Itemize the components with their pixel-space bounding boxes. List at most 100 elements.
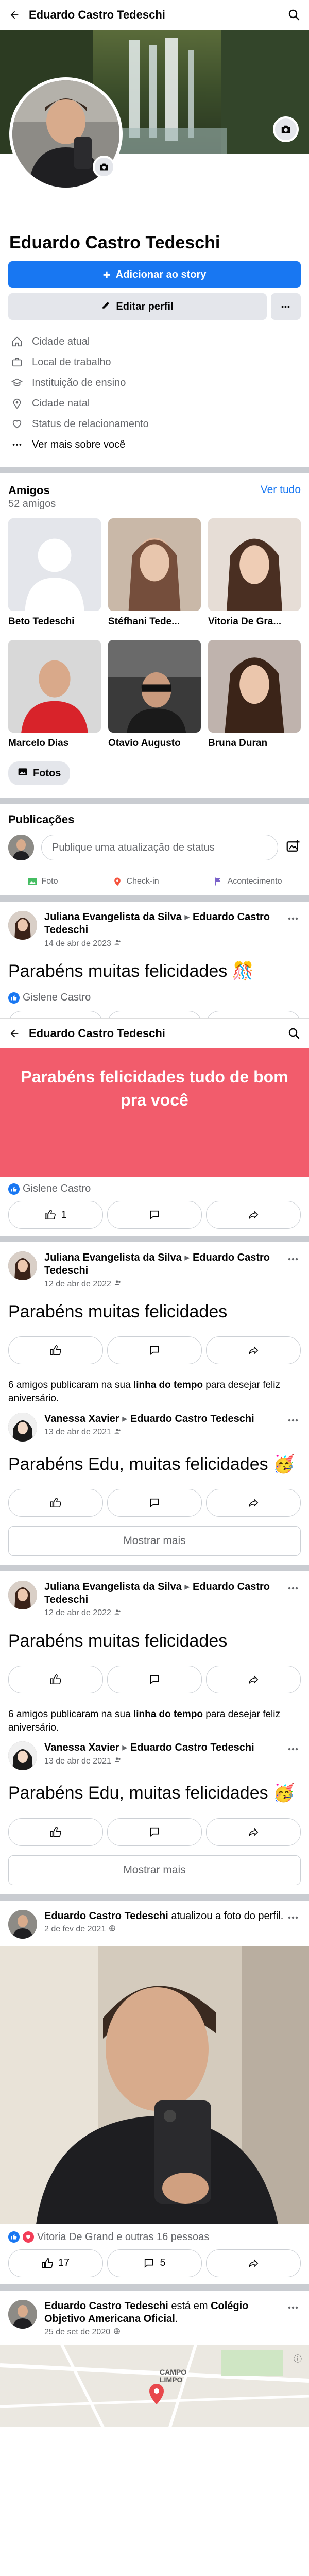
info-hometown[interactable]: Cidade natal [10, 393, 299, 414]
search-icon[interactable] [287, 1027, 301, 1040]
post-options-icon[interactable] [285, 911, 301, 926]
photo-action[interactable]: Foto [27, 876, 58, 887]
search-icon[interactable] [287, 8, 301, 22]
status-input[interactable]: Publique uma atualização de status [41, 835, 278, 860]
post-options-icon[interactable] [285, 1251, 301, 1267]
share-button[interactable] [206, 1818, 301, 1846]
post-author[interactable]: Vanessa Xavier [44, 1742, 119, 1753]
like-reaction-icon [8, 992, 20, 1004]
comment-button[interactable] [107, 1488, 202, 1517]
photos-button[interactable]: Fotos [8, 761, 71, 785]
friend-card[interactable]: Otavio Augusto [108, 640, 201, 749]
photo-icon [18, 767, 28, 780]
info-relationship[interactable]: Status de relacionamento [10, 414, 299, 434]
composer-actions: Foto Check-in Acontecimento [0, 867, 309, 895]
comment-button[interactable]: 5 [107, 2249, 202, 2277]
post-options-icon[interactable] [285, 1581, 301, 1596]
more-options-button[interactable]: ••• [271, 293, 301, 320]
like-button[interactable] [8, 1666, 103, 1694]
timeline-link[interactable]: linha do tempo [133, 1709, 203, 1720]
info-current-city[interactable]: Cidade atual [10, 331, 299, 352]
post: Eduardo Castro Tedeschi está em Colégio … [0, 2291, 309, 2337]
comment-button[interactable] [107, 1666, 202, 1694]
location-pin-icon [114, 877, 121, 886]
info-workplace[interactable]: Local de trabalho [10, 352, 299, 372]
avatar[interactable] [8, 1741, 37, 1771]
comment-button[interactable] [107, 1011, 202, 1019]
friend-card[interactable]: Marcelo Dias [8, 640, 101, 749]
friend-card[interactable]: Beto Tedeschi [8, 518, 101, 628]
like-button[interactable] [8, 1818, 103, 1846]
post-reactions[interactable]: Vitoria De Grand e outras 16 pessoas [0, 2231, 309, 2243]
share-button[interactable] [206, 1336, 301, 1365]
share-button[interactable] [206, 1011, 301, 1019]
friend-card[interactable]: Vitoria De Gra... [208, 518, 301, 628]
post-options-icon[interactable] [285, 1741, 301, 1757]
post-author[interactable]: Juliana Evangelista da Silva [44, 911, 182, 923]
friend-card[interactable]: Bruna Duran [208, 640, 301, 749]
love-reaction-icon [23, 2231, 34, 2243]
share-button[interactable] [206, 1201, 301, 1229]
post-date[interactable]: 12 de abr de 2022 [44, 1608, 111, 1618]
info-label: Ver mais sobre você [32, 438, 126, 450]
see-more-about-link[interactable]: Ver mais sobre você [10, 434, 299, 455]
edit-profile-button[interactable]: Editar perfil [8, 293, 267, 320]
like-button[interactable]: 17 [8, 2249, 103, 2277]
page-title: Eduardo Castro Tedeschi [29, 1026, 165, 1040]
post-options-icon[interactable] [285, 1413, 301, 1428]
map-info-icon[interactable]: ⓘ [294, 2352, 302, 2364]
share-button[interactable] [206, 2249, 301, 2277]
checkin-action[interactable]: Check-in [112, 876, 159, 887]
post-date[interactable]: 13 de abr de 2021 [44, 1757, 111, 1766]
friend-card[interactable]: Stéfhani Tede... [108, 518, 201, 628]
avatar[interactable] [8, 1412, 37, 1442]
post-reactions[interactable]: Gislene Castro [0, 992, 309, 1004]
back-arrow-icon[interactable] [8, 9, 21, 21]
post-date[interactable]: 13 de abr de 2021 [44, 1428, 111, 1437]
post-author[interactable]: Eduardo Castro Tedeschi [44, 1910, 168, 1922]
post-author[interactable]: Vanessa Xavier [44, 1413, 119, 1425]
map-preview[interactable]: CAMPO LIMPO ⓘ [0, 2344, 309, 2427]
avatar[interactable] [8, 1251, 37, 1281]
share-button[interactable] [206, 1666, 301, 1694]
like-button[interactable] [8, 1488, 103, 1517]
comment-button[interactable] [107, 1336, 202, 1365]
post-date[interactable]: 2 de fev de 2021 [44, 1925, 106, 1934]
post-reactions[interactable]: Gislene Castro [0, 1183, 309, 1195]
add-story-button[interactable]: + Adicionar ao story [8, 261, 301, 288]
post-date[interactable]: 12 de abr de 2022 [44, 1280, 111, 1289]
avatar[interactable] [8, 911, 37, 940]
post-options-icon[interactable] [285, 1910, 301, 1925]
post-target[interactable]: Eduardo Castro Tedeschi [130, 1413, 254, 1425]
show-more-button[interactable]: Mostrar mais [8, 1855, 301, 1885]
section-divider [0, 467, 309, 473]
avatar-camera-button[interactable] [93, 156, 115, 178]
comment-button[interactable] [107, 1201, 202, 1229]
avatar[interactable] [8, 2299, 37, 2329]
post-author[interactable]: Juliana Evangelista da Silva [44, 1581, 182, 1592]
avatar[interactable] [8, 1580, 37, 1609]
life-event-action[interactable]: Acontecimento [213, 876, 282, 887]
post-date[interactable]: 25 de set de 2020 [44, 2328, 110, 2337]
like-button[interactable]: 1 [8, 1201, 103, 1229]
show-more-button[interactable]: Mostrar mais [8, 1526, 301, 1556]
info-school[interactable]: Instituição de ensino [10, 372, 299, 393]
like-button[interactable] [8, 1336, 103, 1365]
like-button[interactable] [8, 1011, 103, 1019]
post-options-icon[interactable] [285, 2300, 301, 2315]
post-author[interactable]: Eduardo Castro Tedeschi [44, 2300, 168, 2312]
post: Vanessa Xavier ▸ Eduardo Castro Tedeschi… [0, 1408, 309, 1476]
back-arrow-icon[interactable] [8, 1027, 21, 1040]
info-label: Cidade atual [32, 335, 90, 347]
post-photo[interactable] [0, 1945, 309, 2224]
share-button[interactable] [206, 1488, 301, 1517]
avatar[interactable] [8, 1909, 37, 1939]
post-target[interactable]: Eduardo Castro Tedeschi [130, 1742, 254, 1753]
cover-camera-button[interactable] [273, 116, 299, 142]
comment-button[interactable] [107, 1818, 202, 1846]
post-date[interactable]: 14 de abr de 2023 [44, 939, 111, 948]
photo-add-icon[interactable] [285, 839, 301, 857]
see-all-friends-link[interactable]: Ver tudo [261, 484, 301, 496]
post-author[interactable]: Juliana Evangelista da Silva [44, 1252, 182, 1263]
timeline-link[interactable]: linha do tempo [133, 1380, 203, 1391]
